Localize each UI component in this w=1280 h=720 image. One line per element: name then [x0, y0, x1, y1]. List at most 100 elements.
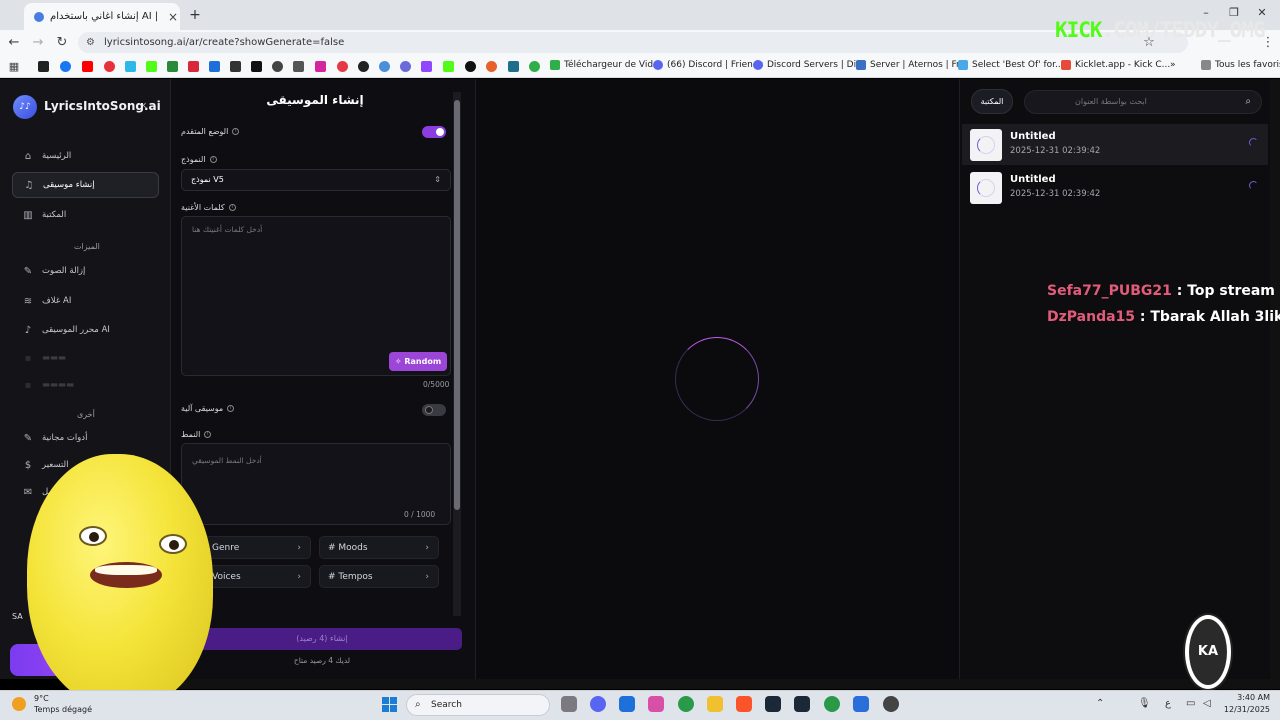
logo-icon[interactable]: ♪♪ — [13, 95, 37, 119]
scrollbar-thumb[interactable] — [454, 100, 460, 510]
copilot-icon[interactable] — [648, 696, 664, 712]
app-icon[interactable] — [619, 696, 635, 712]
search-icon[interactable]: ⌕ — [1245, 91, 1251, 113]
obs-icon[interactable] — [883, 696, 899, 712]
file-explorer-icon[interactable] — [707, 696, 723, 712]
tray-overflow-icon[interactable]: ⌃ — [1096, 698, 1104, 709]
steam-icon[interactable] — [794, 696, 810, 712]
back-icon[interactable]: ← — [6, 35, 22, 50]
sidebar-item-ai-cover[interactable]: ≋ غلاف AI — [12, 288, 159, 314]
info-icon[interactable]: i — [232, 128, 240, 135]
bookmark-icon[interactable] — [125, 61, 136, 72]
random-lyrics-button[interactable]: ✧ Random — [389, 352, 447, 371]
collapse-sidebar-icon[interactable]: ‹ — [142, 98, 147, 112]
bookmark-icon[interactable] — [38, 61, 49, 72]
tab-close-icon[interactable]: × — [166, 10, 180, 24]
new-tab-button[interactable]: + — [186, 6, 204, 24]
more-bookmarks-icon[interactable]: » — [1170, 60, 1176, 70]
bookmark-icon[interactable] — [400, 61, 411, 72]
bookmark-icon[interactable] — [358, 61, 369, 72]
bookmark-icon[interactable] — [337, 61, 348, 72]
info-icon[interactable]: i — [228, 204, 236, 211]
library-search-input[interactable]: ابحث بواسطة العنوان ⌕ — [1024, 90, 1262, 114]
facebook-icon[interactable] — [60, 61, 71, 72]
site-settings-icon[interactable]: ⚙ — [86, 32, 95, 53]
microphone-icon[interactable]: 🎙 — [1138, 698, 1151, 709]
clock-date[interactable]: 12/31/2025 — [1222, 705, 1270, 714]
discord-app-icon[interactable] — [590, 696, 606, 712]
gamepad-icon[interactable] — [188, 61, 199, 72]
forward-icon[interactable]: → — [30, 35, 46, 50]
taskbar-search[interactable]: ⌕ Search — [406, 694, 550, 716]
weather-description[interactable]: Temps dégagé — [34, 705, 92, 714]
bookmark-icon[interactable] — [230, 61, 241, 72]
model-select[interactable]: نموذج V5 ⇕ — [181, 169, 451, 191]
bookmark-item[interactable]: (66) Discord | Friends — [653, 60, 763, 70]
bookmark-item[interactable]: Discord Servers | Di... — [753, 60, 865, 70]
bookmark-icon[interactable] — [486, 61, 497, 72]
bookmark-label: Server | Aternos | Fr... — [870, 60, 968, 70]
weather-temperature[interactable]: 9°C — [34, 694, 49, 703]
bookmark-item[interactable]: Kicklet.app - Kick C... — [1061, 60, 1170, 70]
bookmark-icon[interactable] — [209, 61, 220, 72]
song-list-item[interactable]: Untitled 2025-12-31 02:39:42 — [962, 167, 1268, 208]
brave-icon[interactable] — [736, 696, 752, 712]
horizontal-scrollbar[interactable] — [170, 679, 1280, 689]
youtube-icon[interactable] — [82, 61, 93, 72]
bookmark-icon[interactable] — [529, 61, 540, 72]
info-icon[interactable]: i — [204, 431, 212, 438]
advanced-mode-toggle[interactable] — [422, 126, 446, 138]
bookmark-item[interactable]: Téléchargeur de Vid... — [550, 60, 662, 70]
chrome-icon[interactable] — [824, 696, 840, 712]
tiktok-icon[interactable] — [251, 61, 262, 72]
task-view-icon[interactable] — [561, 696, 577, 712]
app-icon[interactable] — [853, 696, 869, 712]
windows-start-icon[interactable] — [382, 697, 397, 712]
chat-message: DzPanda15 : Tbarak Allah 3lik — [1047, 309, 1280, 325]
chip-moods[interactable]: # Moods › — [319, 536, 439, 559]
sidebar-item-ai-music-editor[interactable]: ♪ محرر الموسيقى AI — [12, 317, 159, 343]
apps-grid-icon[interactable]: ▦ — [6, 60, 22, 73]
chrome-icon[interactable] — [678, 696, 694, 712]
twitch-icon[interactable] — [421, 61, 432, 72]
chevron-right-icon: › — [425, 542, 429, 553]
tab-library[interactable]: المكتبة — [971, 89, 1013, 114]
volume-icon[interactable]: ◁ — [1203, 698, 1211, 709]
bookmark-icon[interactable] — [508, 61, 519, 72]
steam-icon[interactable] — [765, 696, 781, 712]
weather-icon[interactable] — [12, 697, 26, 711]
chip-tempos[interactable]: # Tempos › — [319, 565, 439, 588]
kick-icon[interactable] — [443, 61, 454, 72]
bookmark-icon[interactable] — [293, 61, 304, 72]
sidebar-item-library[interactable]: ▥ المكتبة — [12, 202, 159, 228]
kick-icon[interactable] — [146, 61, 157, 72]
input-method-indicator[interactable]: ع — [1165, 698, 1171, 709]
song-list-item[interactable]: Untitled 2025-12-31 02:39:42 — [962, 124, 1268, 165]
page-scrollbar[interactable] — [1270, 79, 1280, 680]
sidebar-item-free-tools[interactable]: ✎ أدوات مجانية — [12, 425, 159, 451]
sidebar-item-vocal-remover[interactable]: ✎ إزالة الصوت — [12, 258, 159, 284]
bookmark-item[interactable]: Select 'Best Of' for... — [958, 60, 1064, 70]
bookmark-icon[interactable] — [104, 61, 115, 72]
bookmark-item[interactable]: Server | Aternos | Fr... — [856, 60, 968, 70]
sidebar-item-create-music[interactable]: ♫ إنشاء موسيقى — [12, 172, 159, 198]
all-bookmarks[interactable]: Tous les favoris — [1201, 60, 1280, 70]
instagram-icon[interactable] — [315, 61, 326, 72]
browser-tab[interactable]: إنشاء أغاني باستخدام AI | LyricsIntoSong… — [24, 3, 180, 30]
sidebar-item-home[interactable]: ⌂ الرئيسية — [12, 143, 159, 169]
clock-time[interactable]: 3:40 AM — [1230, 693, 1270, 702]
network-icon[interactable]: ▭ — [1186, 698, 1195, 709]
form-scrollbar[interactable] — [453, 92, 461, 616]
instrumental-toggle[interactable] — [422, 404, 446, 416]
bookmark-icon[interactable] — [465, 61, 476, 72]
url-input[interactable]: ⚙ lyricsintosong.ai/ar/create?showGenera… — [78, 32, 1188, 53]
bookmark-icon[interactable] — [379, 61, 390, 72]
bookmark-icon[interactable] — [167, 61, 178, 72]
bookmark-label: Téléchargeur de Vid... — [564, 60, 662, 70]
create-button[interactable]: إنشاء (4 رصيد) — [182, 628, 462, 650]
info-icon[interactable]: i — [227, 405, 235, 412]
info-icon[interactable]: i — [209, 156, 217, 163]
section-heading-other: أخرى — [77, 410, 95, 419]
reload-icon[interactable]: ↻ — [54, 35, 70, 50]
bookmark-icon[interactable] — [272, 61, 283, 72]
